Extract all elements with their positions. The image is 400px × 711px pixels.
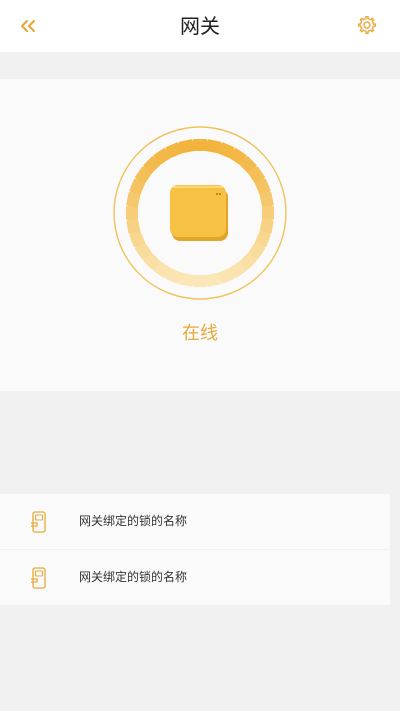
list-item[interactable]: 网关绑定的锁的名称 bbox=[0, 494, 390, 550]
ring-segment bbox=[262, 206, 274, 220]
ring-segment bbox=[178, 139, 195, 154]
gateway-device-icon bbox=[170, 185, 228, 241]
smart-lock-icon bbox=[31, 567, 46, 589]
smart-lock-icon bbox=[31, 511, 46, 533]
gear-icon bbox=[357, 15, 377, 35]
gateway-status-card: 在线 bbox=[0, 79, 400, 391]
lock-name-label: 网关绑定的锁的名称 bbox=[79, 570, 188, 584]
bound-lock-list: 网关绑定的锁的名称 网关绑定的锁的名称 bbox=[0, 494, 390, 605]
page-title: 网关 bbox=[180, 14, 220, 38]
ring-segment bbox=[205, 272, 222, 287]
ring-segment bbox=[126, 218, 141, 235]
gateway-status-ring bbox=[113, 126, 287, 300]
ring-segment bbox=[259, 191, 274, 208]
settings-button[interactable] bbox=[354, 12, 380, 38]
lock-name-label: 网关绑定的锁的名称 bbox=[79, 514, 188, 528]
ring-segment bbox=[193, 139, 207, 151]
ring-segment bbox=[193, 275, 207, 287]
online-status-text: 在线 bbox=[182, 323, 218, 344]
navigation-bar: 网关 bbox=[0, 0, 400, 52]
list-item[interactable]: 网关绑定的锁的名称 bbox=[0, 550, 390, 605]
ring-segment bbox=[126, 206, 138, 220]
